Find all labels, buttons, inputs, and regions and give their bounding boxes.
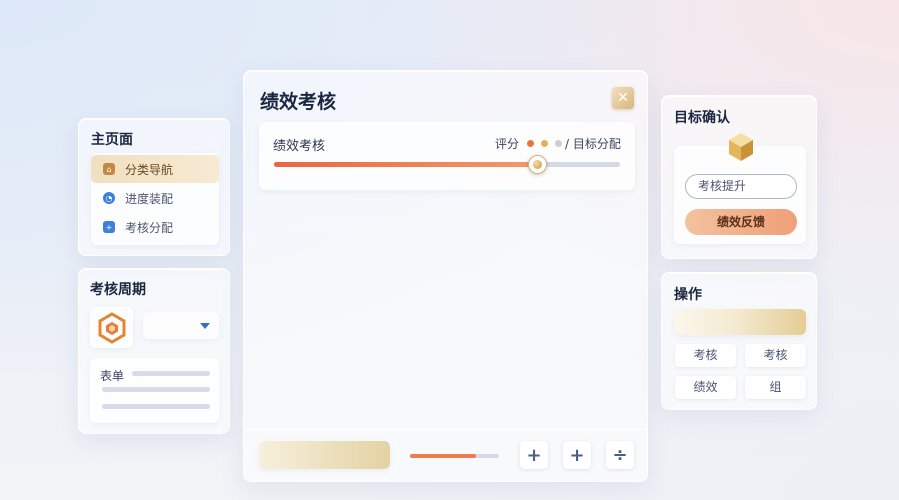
footer-progress-fill [410, 454, 476, 458]
plus-circle-icon: + [103, 221, 115, 233]
footer-progress-track [410, 454, 499, 458]
score-slider-thumb[interactable] [527, 155, 547, 174]
assessment-improve-input[interactable]: 考核提升 [685, 174, 797, 199]
plus-icon: + [569, 444, 585, 466]
operations-panel: 操作 考核 考核 绩效 组 [661, 272, 817, 410]
op-button-assess-2[interactable]: 考核 [745, 344, 806, 367]
op-button-group[interactable]: 组 [745, 376, 806, 399]
performance-panel: 绩效考核 ✕ 绩效考核 评分 / 目标分配 + + ÷ [243, 70, 648, 482]
form-label: 表单 [100, 369, 125, 383]
operations-bar[interactable] [674, 309, 806, 335]
close-button[interactable]: ✕ [612, 87, 634, 109]
rating-dot[interactable] [527, 140, 534, 147]
score-panel: 绩效考核 评分 / 目标分配 [259, 122, 635, 190]
cube-icon [729, 133, 753, 161]
add-button-2[interactable]: + [563, 441, 591, 469]
add-button[interactable]: + [520, 441, 548, 469]
score-slider-track[interactable] [274, 155, 620, 174]
hexagon-logo-tile [90, 307, 133, 348]
nav-item-assessment[interactable]: + 考核分配 [91, 213, 219, 241]
plus-icon: + [526, 444, 542, 466]
placeholder-line [102, 404, 210, 409]
operations-title: 操作 [674, 287, 702, 303]
placeholder-line [132, 371, 210, 376]
main-page-panel: 主页面 ⌂ 分类导航 ◔ 进度装配 + 考核分配 [78, 118, 230, 256]
placeholder-line [102, 387, 210, 392]
nav-item-label: 进度装配 [125, 191, 174, 206]
divide-icon: ÷ [612, 444, 628, 466]
period-select[interactable] [143, 312, 219, 339]
page-title: 绩效考核 [260, 91, 337, 113]
hexagon-logo-icon [98, 311, 125, 344]
main-page-title: 主页面 [91, 132, 133, 148]
nav-item-category[interactable]: ⌂ 分类导航 [91, 155, 219, 183]
op-button-performance[interactable]: 绩效 [675, 376, 736, 399]
period-panel: 考核周期 表单 [78, 268, 230, 434]
nav-item-label: 考核分配 [125, 220, 174, 235]
form-preview: 表单 [90, 358, 219, 423]
performance-feedback-button[interactable]: 绩效反馈 [685, 209, 797, 235]
progress-icon: ◔ [103, 192, 115, 204]
action-footer: + + ÷ [244, 429, 647, 481]
target-allocation-label: / 目标分配 [565, 137, 621, 151]
nav-item-progress[interactable]: ◔ 进度装配 [91, 184, 219, 212]
nav-item-label: 分类导航 [125, 162, 174, 177]
close-icon: ✕ [617, 90, 629, 106]
footer-bar[interactable] [259, 441, 390, 469]
divide-button[interactable]: ÷ [606, 441, 634, 469]
score-slider-fill [274, 162, 537, 167]
nav-list: ⌂ 分类导航 ◔ 进度装配 + 考核分配 [91, 153, 219, 245]
period-title: 考核周期 [90, 282, 146, 298]
score-panel-label: 绩效考核 [273, 139, 326, 154]
op-button-assess[interactable]: 考核 [675, 344, 736, 367]
home-icon: ⌂ [103, 163, 115, 175]
rating-dot[interactable] [541, 140, 548, 147]
chevron-down-icon [200, 323, 210, 329]
target-confirm-body: 考核提升 绩效反馈 [674, 133, 806, 244]
rating-dot[interactable] [555, 140, 562, 147]
target-confirm-panel: 目标确认 考核提升 绩效反馈 [661, 95, 817, 259]
score-label: 评分 [495, 137, 520, 151]
target-confirm-title: 目标确认 [674, 110, 730, 126]
